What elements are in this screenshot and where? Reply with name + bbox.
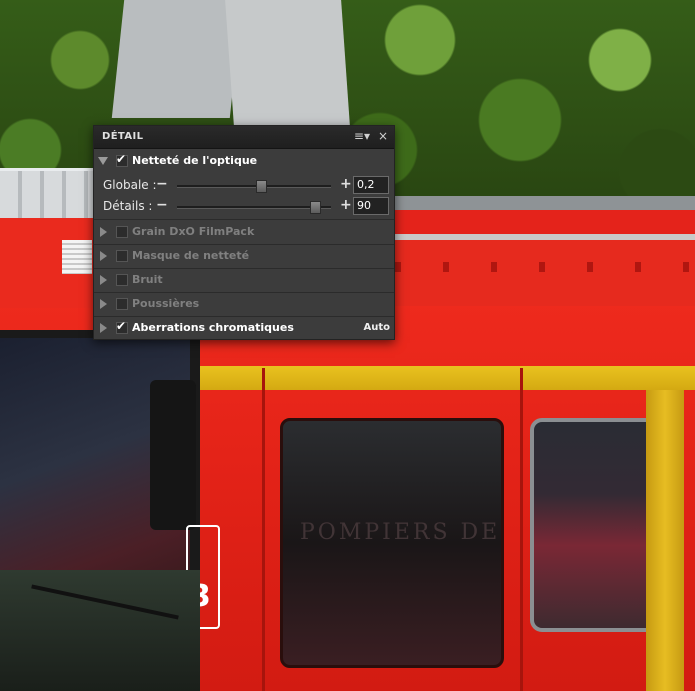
section-unsharp-mask[interactable]: Masque de netteté (94, 244, 394, 269)
banner-right (225, 0, 351, 140)
section-label: Netteté de l'optique (132, 154, 258, 167)
slider-label: Détails : (103, 199, 153, 213)
door-seam (262, 368, 265, 691)
panel-title: DÉTAIL (102, 131, 144, 142)
slider-track[interactable] (177, 185, 331, 188)
section-label: Masque de netteté (132, 249, 250, 262)
yellow-post (646, 390, 684, 691)
slider-thumb[interactable] (256, 180, 268, 193)
truck-ladder-right (395, 196, 695, 306)
side-mirror (150, 380, 196, 530)
increase-button[interactable]: + (340, 176, 352, 192)
slider-row-details: Détails : − + 90 (94, 196, 394, 220)
section-film-grain[interactable]: Grain DxO FilmPack (94, 220, 394, 245)
expand-triangle-icon[interactable] (100, 275, 107, 285)
checkbox-dust[interactable] (116, 298, 128, 310)
expand-triangle-icon[interactable] (100, 299, 107, 309)
banner-left (111, 0, 243, 118)
section-label: Poussières (132, 297, 200, 310)
rear-window (530, 418, 664, 632)
checkbox-lens-sharpness[interactable] (116, 152, 128, 167)
door-lettering: POMPIERS DE (300, 520, 501, 545)
section-label: Bruit (132, 273, 163, 286)
auto-badge: Auto (363, 322, 390, 333)
increase-button[interactable]: + (340, 197, 352, 213)
slider-thumb[interactable] (310, 201, 322, 214)
slider-label: Globale : (103, 178, 157, 192)
truck-ladder-rungs (395, 262, 695, 272)
background-photo: POMPIERS DE 3 (0, 0, 695, 691)
decrease-button[interactable]: − (156, 176, 168, 192)
checkbox-unsharp-mask[interactable] (116, 250, 128, 262)
checkbox-film-grain[interactable] (116, 226, 128, 238)
decrease-button[interactable]: − (156, 197, 168, 213)
close-icon[interactable]: × (378, 129, 388, 143)
section-dust[interactable]: Poussières (94, 292, 394, 317)
section-label: Aberrations chromatiques (132, 321, 294, 334)
door-seam (520, 368, 523, 691)
panel-menu-icon[interactable]: ≡▾ (354, 129, 370, 143)
expand-triangle-icon[interactable] (100, 323, 107, 333)
expand-triangle-icon[interactable] (98, 157, 108, 165)
slider-row-global: Globale : − + 0,2 (94, 175, 394, 197)
yellow-stripe (150, 366, 695, 390)
section-label: Grain DxO FilmPack (132, 225, 255, 238)
value-field[interactable]: 90 (353, 197, 389, 215)
slider-track[interactable] (177, 206, 331, 209)
panel-header: DÉTAIL ≡▾ × (94, 126, 394, 149)
value-field[interactable]: 0,2 (353, 176, 389, 194)
expand-triangle-icon[interactable] (100, 227, 107, 237)
section-chromatic-aberration[interactable]: Aberrations chromatiques Auto (94, 316, 394, 340)
truck-vent (62, 240, 92, 274)
section-lens-sharpness[interactable]: Netteté de l'optique (94, 149, 394, 173)
section-noise[interactable]: Bruit (94, 268, 394, 293)
checkbox-noise[interactable] (116, 274, 128, 286)
checkbox-chromatic-aberration[interactable] (116, 319, 128, 334)
expand-triangle-icon[interactable] (100, 251, 107, 261)
dashboard (0, 570, 200, 691)
truck-ladder-left (0, 168, 95, 221)
detail-panel: DÉTAIL ≡▾ × Netteté de l'optique Globale… (93, 125, 395, 340)
